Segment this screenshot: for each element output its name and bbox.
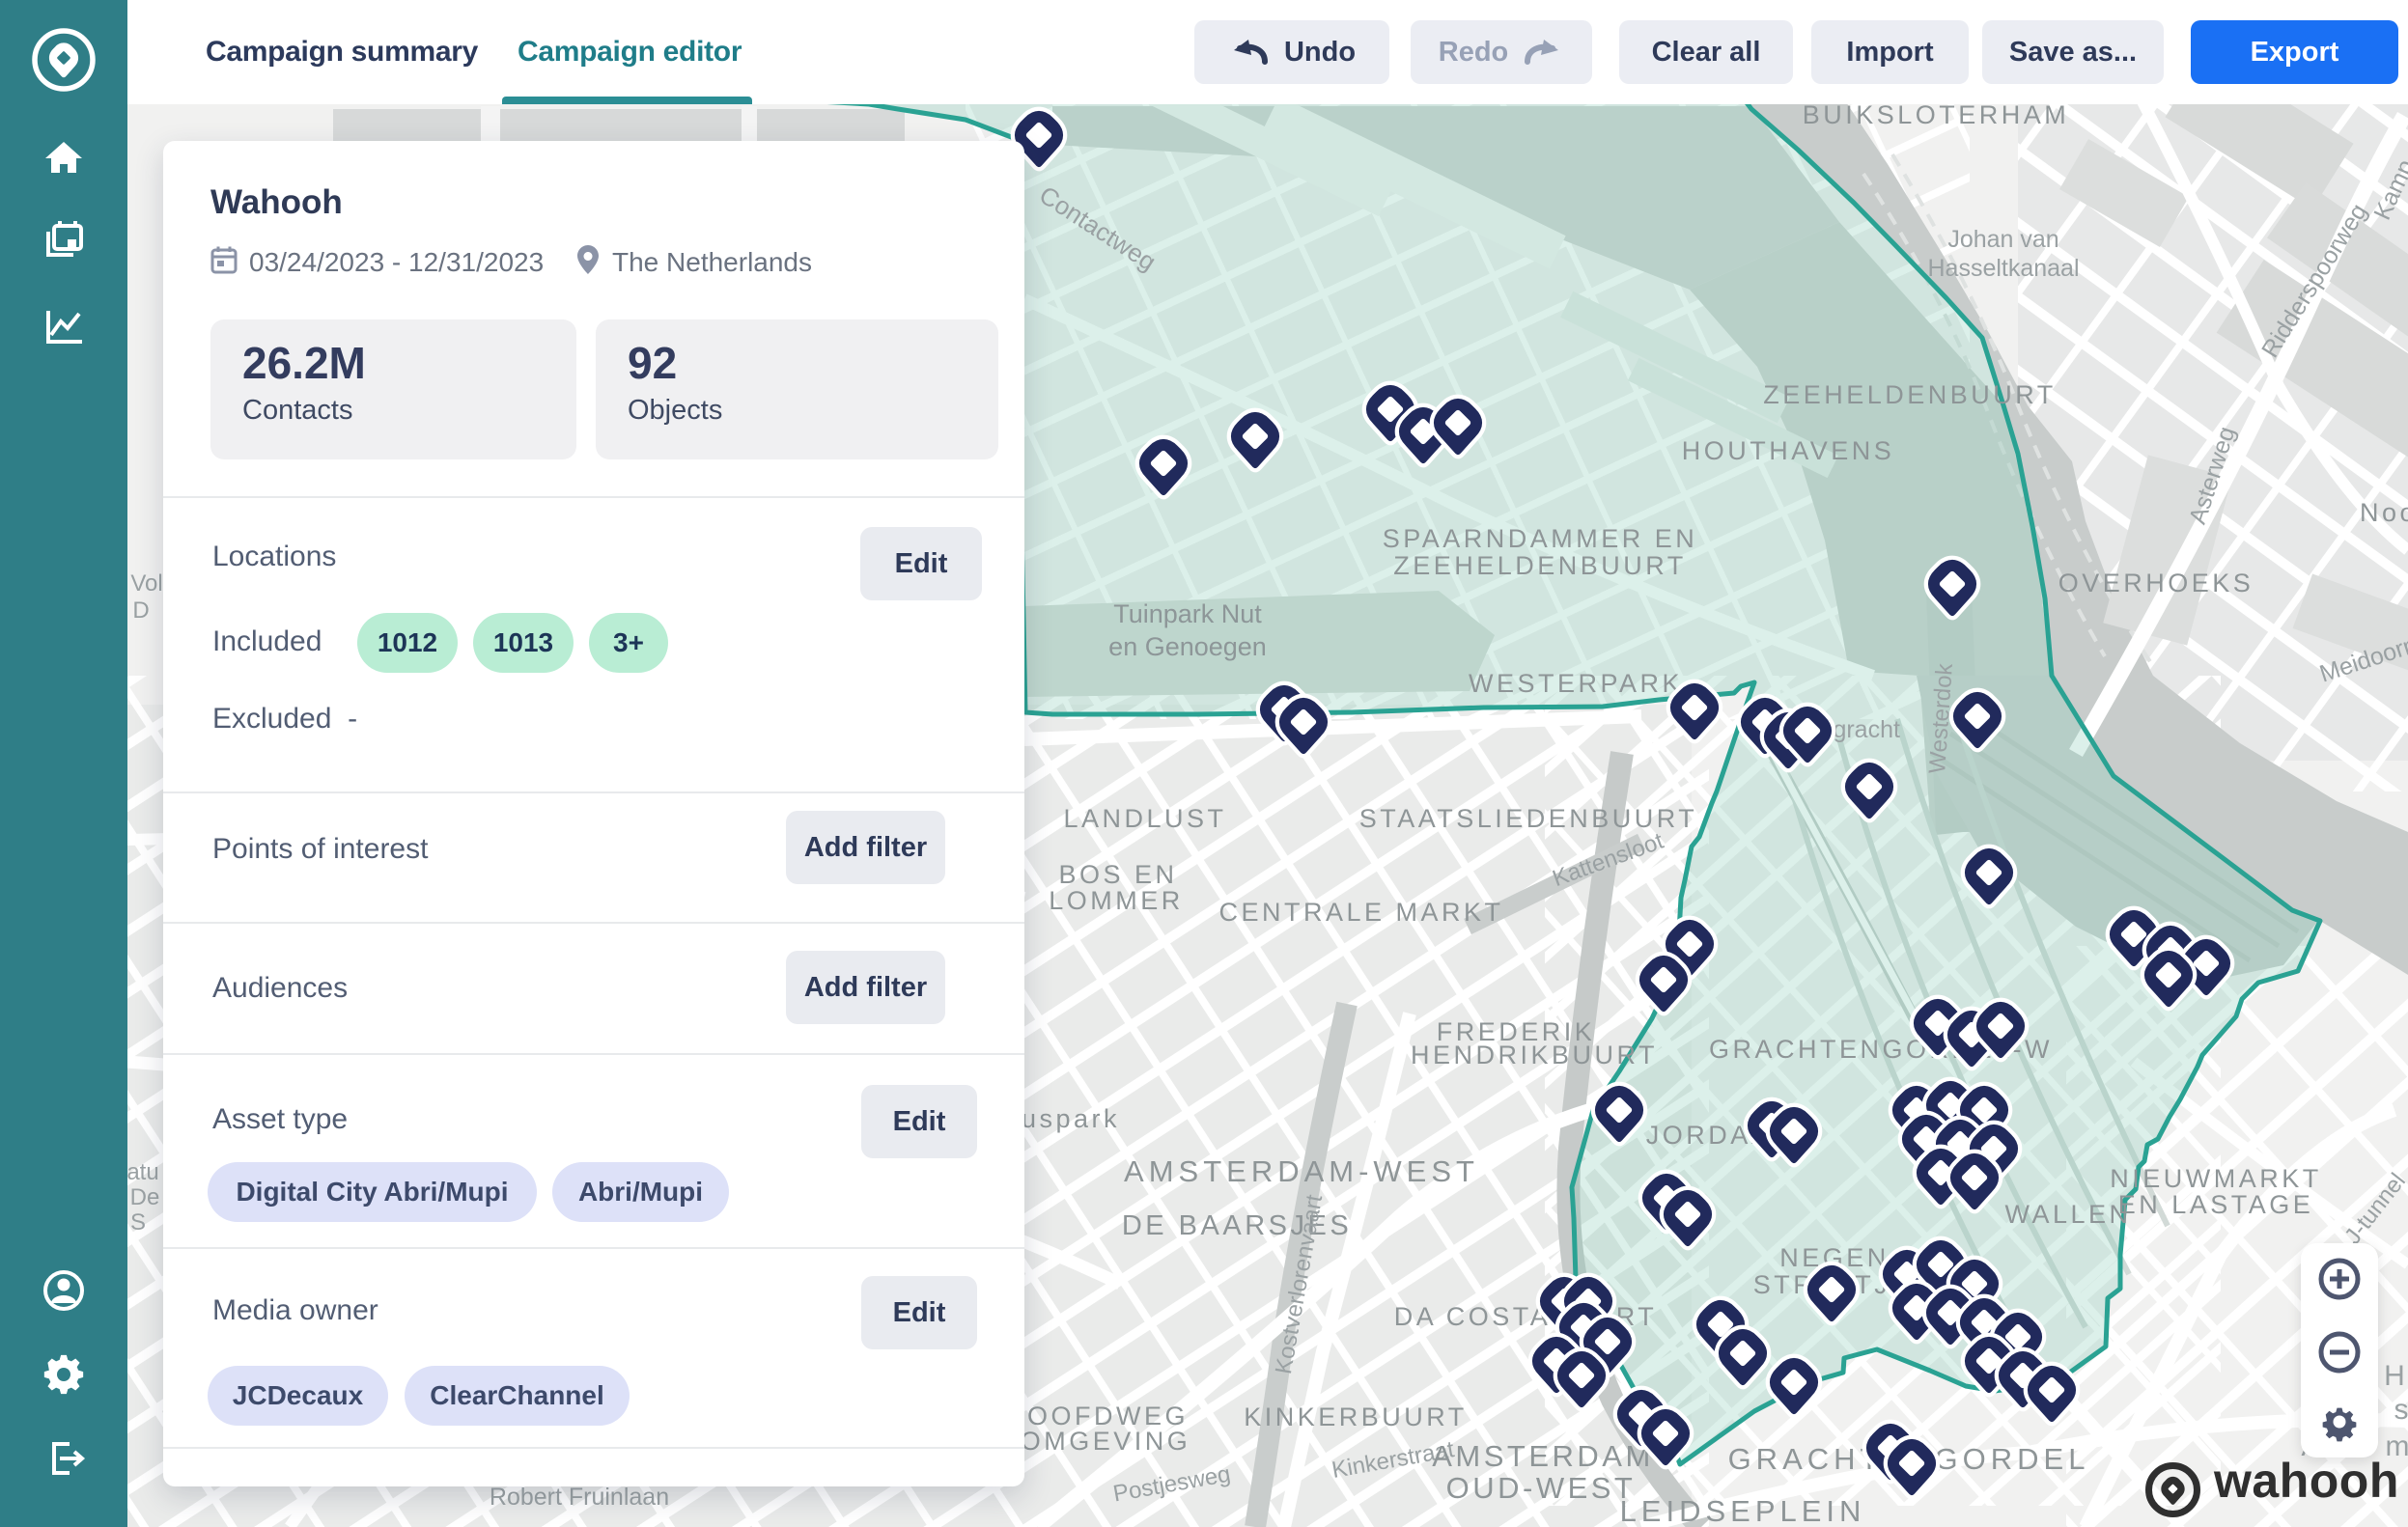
svg-text:OUD-WEST: OUD-WEST bbox=[1446, 1471, 1637, 1505]
svg-text:AMSTERDAM-WEST: AMSTERDAM-WEST bbox=[1124, 1154, 1479, 1188]
svg-text:STAATSLIEDENBUURT: STAATSLIEDENBUURT bbox=[1359, 804, 1698, 833]
svg-text:D: D bbox=[132, 597, 149, 624]
svg-text:ZEEHELDENBUURT: ZEEHELDENBUURT bbox=[1393, 551, 1687, 580]
svg-text:Tuinpark Nut: Tuinpark Nut bbox=[1113, 599, 1262, 628]
svg-text:SPAARNDAMMER EN: SPAARNDAMMER EN bbox=[1383, 524, 1698, 553]
svg-text:LANDLUST: LANDLUST bbox=[1063, 804, 1226, 833]
svg-text:WESTERPARK: WESTERPARK bbox=[1469, 669, 1683, 698]
svg-text:s: s bbox=[2394, 1394, 2408, 1426]
svg-text:ZEEHELDENBUURT: ZEEHELDENBUURT bbox=[1763, 380, 2057, 409]
svg-text:en Genoegen: en Genoegen bbox=[1108, 632, 1267, 661]
svg-text:Noo: Noo bbox=[2360, 498, 2408, 527]
svg-text:OVERHOEKS: OVERHOEKS bbox=[2058, 569, 2254, 597]
svg-text:HENDRIKBUURT: HENDRIKBUURT bbox=[1411, 1041, 1658, 1069]
svg-text:atu: atu bbox=[126, 1159, 158, 1185]
svg-text:CENTRALE MARKT: CENTRALE MARKT bbox=[1218, 898, 1503, 927]
svg-text:S: S bbox=[130, 1209, 146, 1235]
svg-text:AMSTERDAM: AMSTERDAM bbox=[1432, 1439, 1654, 1473]
svg-text:KINKERBUURT: KINKERBUURT bbox=[1244, 1402, 1468, 1431]
svg-text:De: De bbox=[130, 1184, 160, 1210]
svg-text:Robert Fruinlaan: Robert Fruinlaan bbox=[490, 1484, 669, 1511]
svg-text:HOUTHAVENS: HOUTHAVENS bbox=[1682, 436, 1895, 465]
svg-text:WALLEN: WALLEN bbox=[2004, 1200, 2131, 1229]
svg-text:H: H bbox=[2384, 1360, 2405, 1392]
svg-text:BOS EN: BOS EN bbox=[1058, 860, 1177, 889]
svg-text:EN LASTAGE: EN LASTAGE bbox=[2118, 1190, 2314, 1219]
svg-text:Johan van: Johan van bbox=[1947, 226, 2058, 253]
svg-text:BUIKSLOTERHAM: BUIKSLOTERHAM bbox=[1803, 100, 2070, 129]
svg-text:NIEUWMARKT: NIEUWMARKT bbox=[2110, 1164, 2322, 1193]
svg-text:LOMMER: LOMMER bbox=[1049, 886, 1184, 915]
svg-text:Vol: Vol bbox=[130, 570, 162, 597]
svg-text:Hasseltkanaal: Hasseltkanaal bbox=[1927, 255, 2079, 282]
svg-text:LEIDSEPLEIN: LEIDSEPLEIN bbox=[1620, 1494, 1866, 1527]
